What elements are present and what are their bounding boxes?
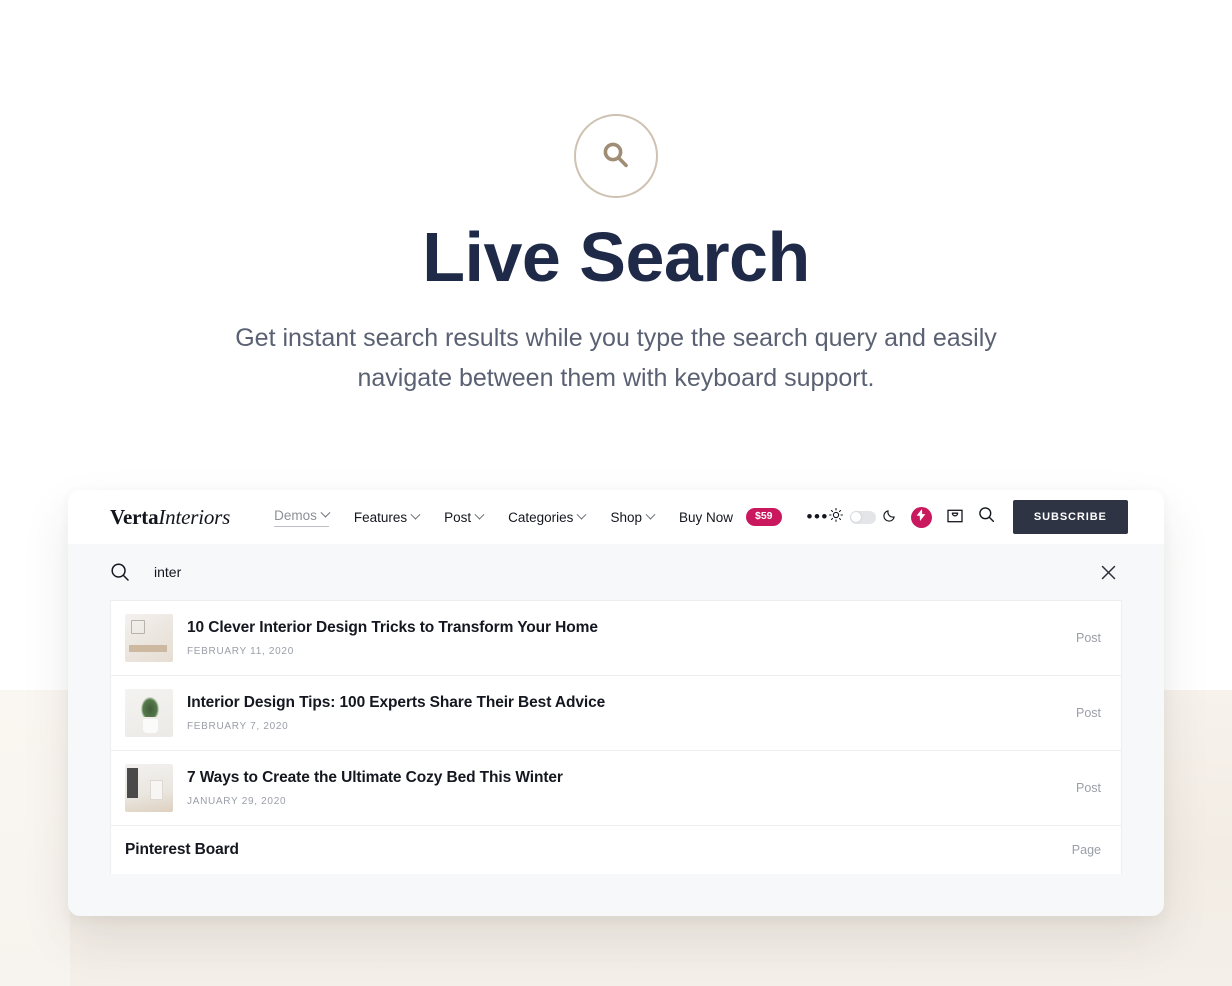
price-badge: $59 — [746, 508, 782, 526]
site-logo[interactable]: VertaInteriors — [110, 505, 230, 530]
subscribe-button[interactable]: SUBSCRIBE — [1012, 500, 1128, 534]
chevron-down-icon — [645, 509, 656, 520]
dark-mode-toggle[interactable] — [849, 510, 876, 524]
search-result-row[interactable]: 7 Ways to Create the Ultimate Cozy Bed T… — [111, 751, 1121, 826]
result-date: FEBRUARY 11, 2020 — [187, 646, 294, 658]
result-text-block: Interior Design Tips: 100 Experts Share … — [187, 694, 1060, 733]
result-date: JANUARY 29, 2020 — [187, 796, 287, 808]
result-type-badge: Page — [1071, 843, 1101, 857]
search-result-row[interactable]: Interior Design Tips: 100 Experts Share … — [111, 676, 1121, 751]
search-result-row[interactable]: 10 Clever Interior Design Tricks to Tran… — [111, 601, 1121, 676]
result-type-badge: Post — [1075, 631, 1101, 645]
hero-section: Live Search Get instant search results w… — [0, 0, 1232, 470]
more-menu-button[interactable]: ••• — [807, 508, 829, 525]
sun-icon — [828, 507, 843, 527]
theme-switcher[interactable] — [828, 507, 897, 527]
result-title: 7 Ways to Create the Ultimate Cozy Bed T… — [187, 768, 563, 786]
close-icon[interactable] — [1094, 558, 1122, 586]
moon-icon — [883, 508, 897, 527]
search-icon — [110, 562, 154, 582]
nav-item-buy-now[interactable]: Buy Now $59 — [679, 508, 782, 526]
result-title: Interior Design Tips: 100 Experts Share … — [187, 693, 606, 711]
nav-item-shop[interactable]: Shop — [610, 509, 656, 525]
chevron-down-icon — [474, 509, 485, 520]
search-results-list: 10 Clever Interior Design Tricks to Tran… — [110, 600, 1122, 874]
result-title: 10 Clever Interior Design Tricks to Tran… — [187, 618, 598, 636]
logo-primary: Verta — [110, 504, 159, 529]
nav-item-features[interactable]: Features — [353, 509, 421, 525]
result-text-block: Pinterest Board — [125, 841, 1056, 860]
nav-label-features: Features — [353, 509, 408, 525]
result-date: FEBRUARY 7, 2020 — [187, 721, 289, 733]
main-navigation: Demos Features Post Categories Shop Buy — [274, 507, 829, 527]
result-thumbnail — [125, 764, 173, 812]
result-thumbnail — [125, 614, 173, 662]
header-actions: SUBSCRIBE — [828, 500, 1128, 534]
lightning-bolt-button[interactable] — [910, 506, 932, 528]
shopping-bag-icon — [946, 506, 964, 529]
nav-item-post[interactable]: Post — [444, 509, 485, 525]
search-icon — [597, 137, 635, 175]
live-search-panel: 10 Clever Interior Design Tricks to Tran… — [68, 544, 1164, 874]
site-preview-card: VertaInteriors Demos Features Post Categ… — [68, 490, 1164, 916]
header-search-button[interactable] — [978, 506, 995, 528]
chevron-down-icon — [576, 509, 587, 520]
shopping-bag-button[interactable] — [946, 506, 964, 529]
page-background-cream-left — [0, 690, 70, 986]
toggle-knob — [851, 512, 862, 522]
nav-label-categories: Categories — [508, 509, 574, 525]
result-text-block: 10 Clever Interior Design Tricks to Tran… — [187, 619, 1060, 658]
result-thumbnail — [125, 689, 173, 737]
result-title: Pinterest Board — [125, 840, 239, 858]
nav-label-buy-now: Buy Now — [678, 509, 733, 525]
result-type-badge: Post — [1075, 781, 1101, 795]
result-type-badge: Post — [1075, 706, 1101, 720]
lightning-bolt-icon — [916, 508, 926, 526]
nav-label-post: Post — [444, 509, 472, 525]
site-header: VertaInteriors Demos Features Post Categ… — [68, 490, 1164, 544]
search-input[interactable] — [154, 564, 1094, 580]
hero-subtitle: Get instant search results while you typ… — [235, 324, 997, 392]
nav-item-categories[interactable]: Categories — [508, 509, 587, 525]
nav-item-demos[interactable]: Demos — [274, 507, 331, 527]
search-icon — [978, 506, 995, 528]
page-title: Live Search — [422, 218, 810, 296]
nav-label-demos: Demos — [274, 507, 317, 523]
logo-secondary: Interiors — [158, 504, 231, 529]
search-bar — [110, 544, 1122, 600]
chevron-down-icon — [320, 507, 331, 518]
hero-search-icon-badge — [574, 114, 658, 198]
nav-label-shop: Shop — [610, 509, 642, 525]
search-result-row[interactable]: Pinterest Board Page — [111, 826, 1121, 874]
result-text-block: 7 Ways to Create the Ultimate Cozy Bed T… — [187, 769, 1060, 808]
chevron-down-icon — [410, 509, 421, 520]
